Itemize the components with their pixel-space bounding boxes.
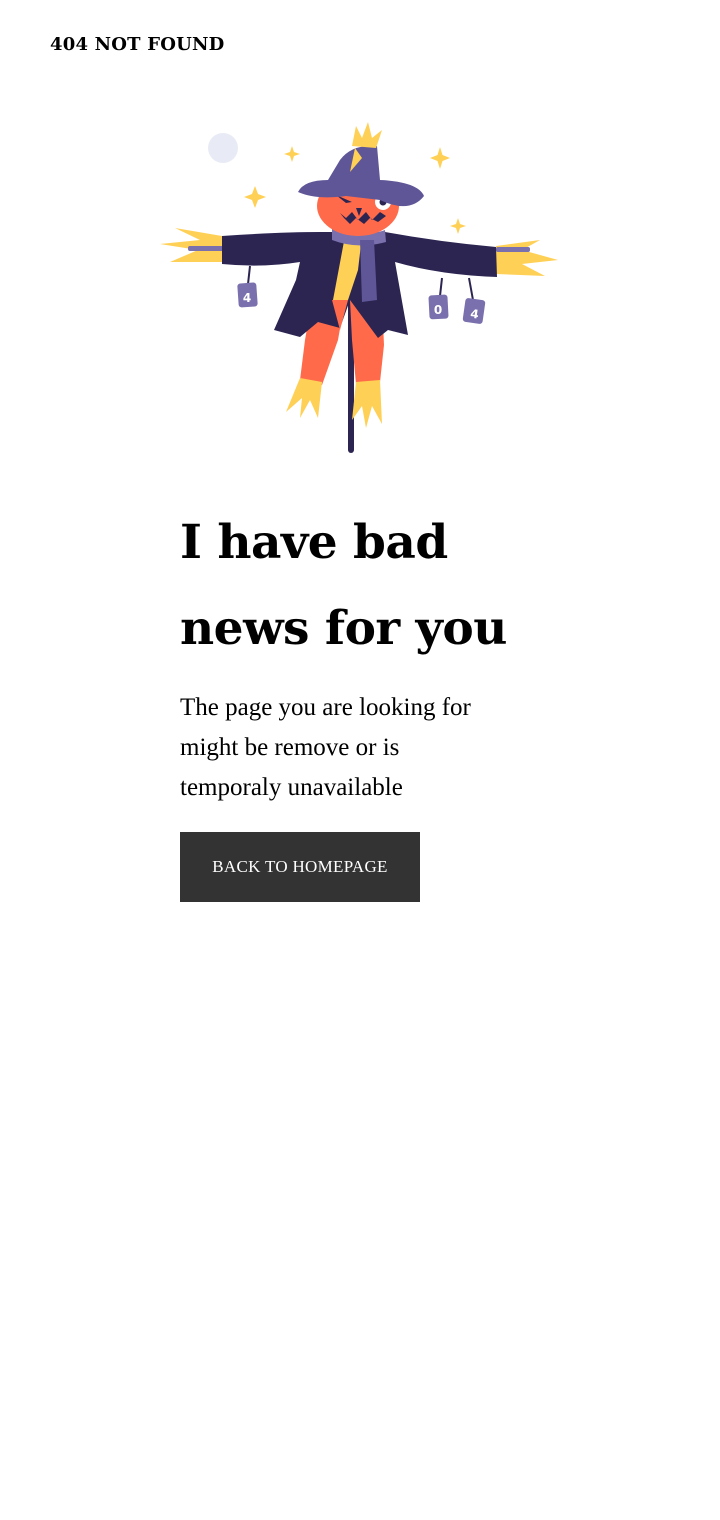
left-straw-hand [160,228,222,262]
page-brand-label: 404 NOT FOUND [50,34,225,55]
sparkle-icon [430,147,450,169]
sparkle-icon [284,146,300,162]
headline-line: I have bad [180,515,448,570]
error-message: The page you are looking for might be re… [180,688,540,808]
message-line: might be remove or is [180,734,400,761]
page-headline: I have bad news for you [180,500,600,672]
moon-icon [208,133,238,163]
message-line: temporaly unavailable [180,774,403,801]
hat-straw [352,122,382,148]
right-straw-hand [496,240,558,276]
sparkle-icon [244,186,266,208]
message-line: The page you are looking for [180,694,471,721]
headline-line: news for you [180,601,507,656]
back-to-homepage-button[interactable]: BACK TO HOMEPAGE [180,832,420,902]
error-content: I have bad news for you The page you are… [180,500,600,902]
can-label: 4 [243,291,251,305]
scarecrow-illustration: 4 0 4 [160,122,558,453]
sparkle-icon [450,218,466,234]
can-label: 0 [434,303,442,317]
hat [298,145,424,207]
